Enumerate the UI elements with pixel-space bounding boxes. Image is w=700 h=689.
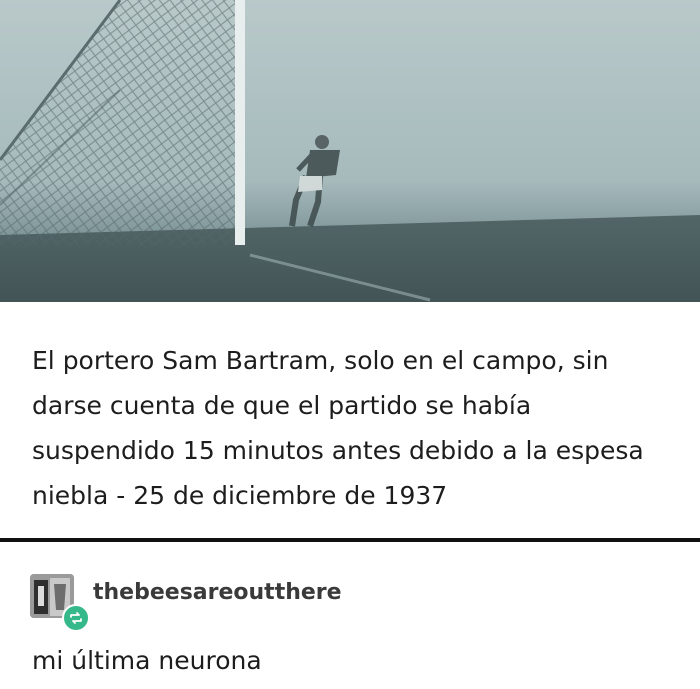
post-caption: El portero Sam Bartram, solo en el campo… — [32, 346, 644, 510]
post-caption-area: El portero Sam Bartram, solo en el campo… — [0, 302, 700, 538]
post-photo — [0, 0, 700, 302]
reblog-section: thebeesareoutthere mi última neurona — [0, 542, 700, 689]
reblog-comment: mi última neurona — [32, 646, 262, 675]
fog-goal-scene — [0, 0, 700, 302]
reblog-icon — [62, 604, 90, 632]
username-link[interactable]: thebeesareoutthere — [93, 580, 342, 605]
